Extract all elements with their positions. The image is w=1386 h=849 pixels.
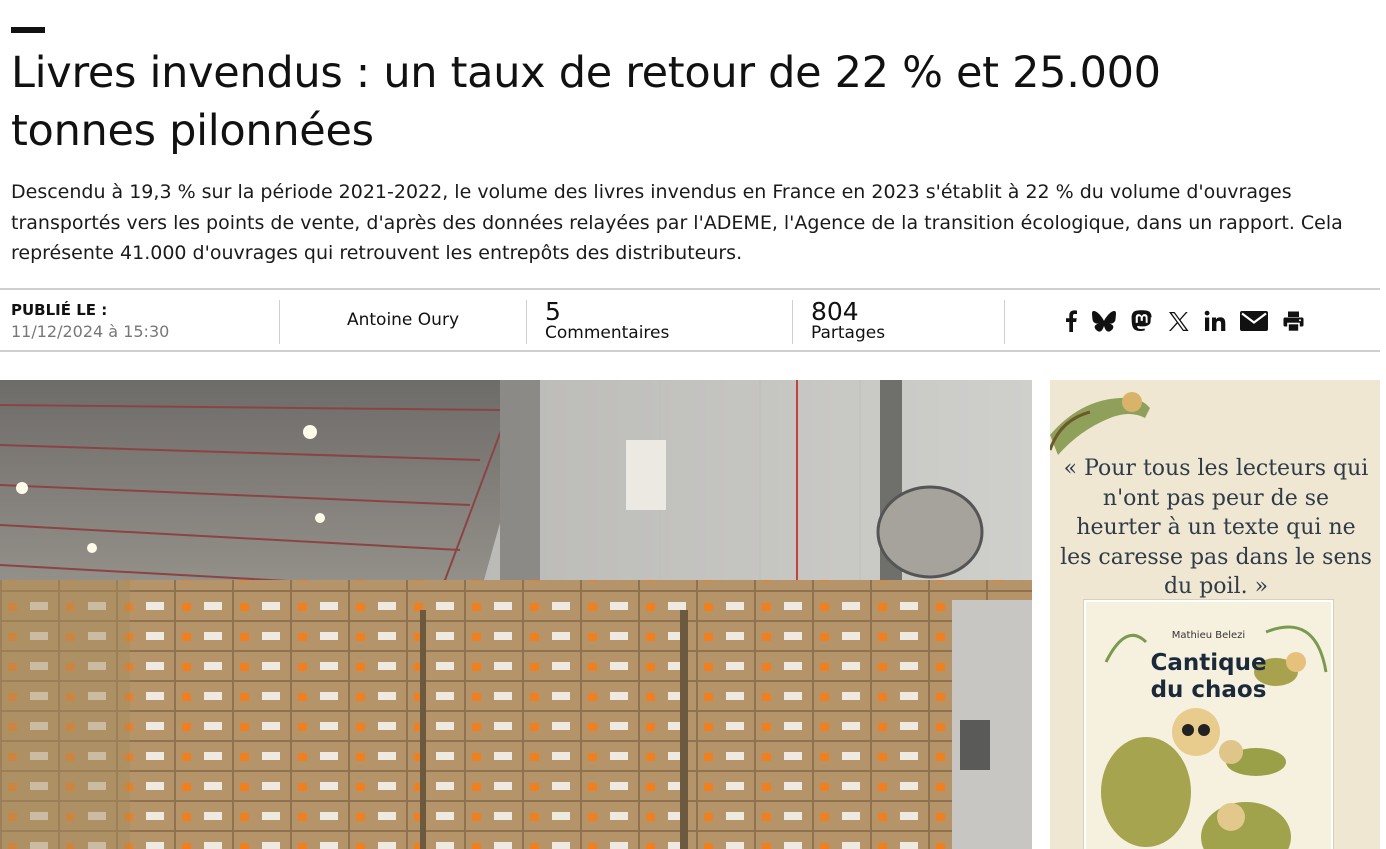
shares-label: Partages — [811, 323, 886, 343]
x-icon[interactable] — [1165, 308, 1191, 334]
monkey-illustration — [1050, 392, 1150, 455]
share-toolbar — [1062, 308, 1317, 334]
bluesky-icon[interactable] — [1091, 308, 1117, 334]
book-advertisement[interactable]: « Pour tous les lecteurs qui n'ont pas p… — [1050, 380, 1380, 849]
ad-quote: « Pour tous les lecteurs qui n'ont pas p… — [1060, 456, 1372, 599]
published-date: 11/12/2024 à 15:30 — [11, 322, 170, 341]
meta-divider — [792, 300, 793, 344]
article-lead: Descendu à 19,3 % sur la période 2021-20… — [11, 181, 1343, 264]
print-icon[interactable] — [1280, 308, 1306, 334]
email-icon[interactable] — [1239, 308, 1269, 334]
book-title-line: du chaos — [1150, 677, 1267, 703]
article-photo — [0, 380, 1032, 849]
comments-count[interactable]: 5 — [545, 297, 561, 326]
author-link[interactable]: Antoine Oury — [290, 310, 516, 330]
facebook-icon[interactable] — [1062, 308, 1080, 334]
book-title-line: Cantique — [1150, 650, 1267, 676]
article-title: Livres invendus : un taux de retour de 2… — [11, 48, 1161, 156]
book-title: Cantique du chaos — [1086, 650, 1331, 704]
section-marker — [11, 27, 45, 33]
published-label: PUBLIÉ LE : — [11, 301, 108, 319]
shares-count: 804 — [811, 297, 859, 326]
book-cover[interactable]: Mathieu Belezi Cantique du chaos — [1084, 600, 1333, 849]
meta-divider — [1004, 300, 1005, 344]
meta-divider — [279, 300, 280, 344]
meta-divider — [526, 300, 527, 344]
linkedin-icon[interactable] — [1202, 308, 1228, 334]
mastodon-icon[interactable] — [1128, 308, 1154, 334]
article-meta-bar: PUBLIÉ LE : 11/12/2024 à 15:30 Antoine O… — [0, 288, 1380, 352]
comments-label[interactable]: Commentaires — [545, 323, 669, 343]
book-author: Mathieu Belezi — [1171, 630, 1246, 641]
